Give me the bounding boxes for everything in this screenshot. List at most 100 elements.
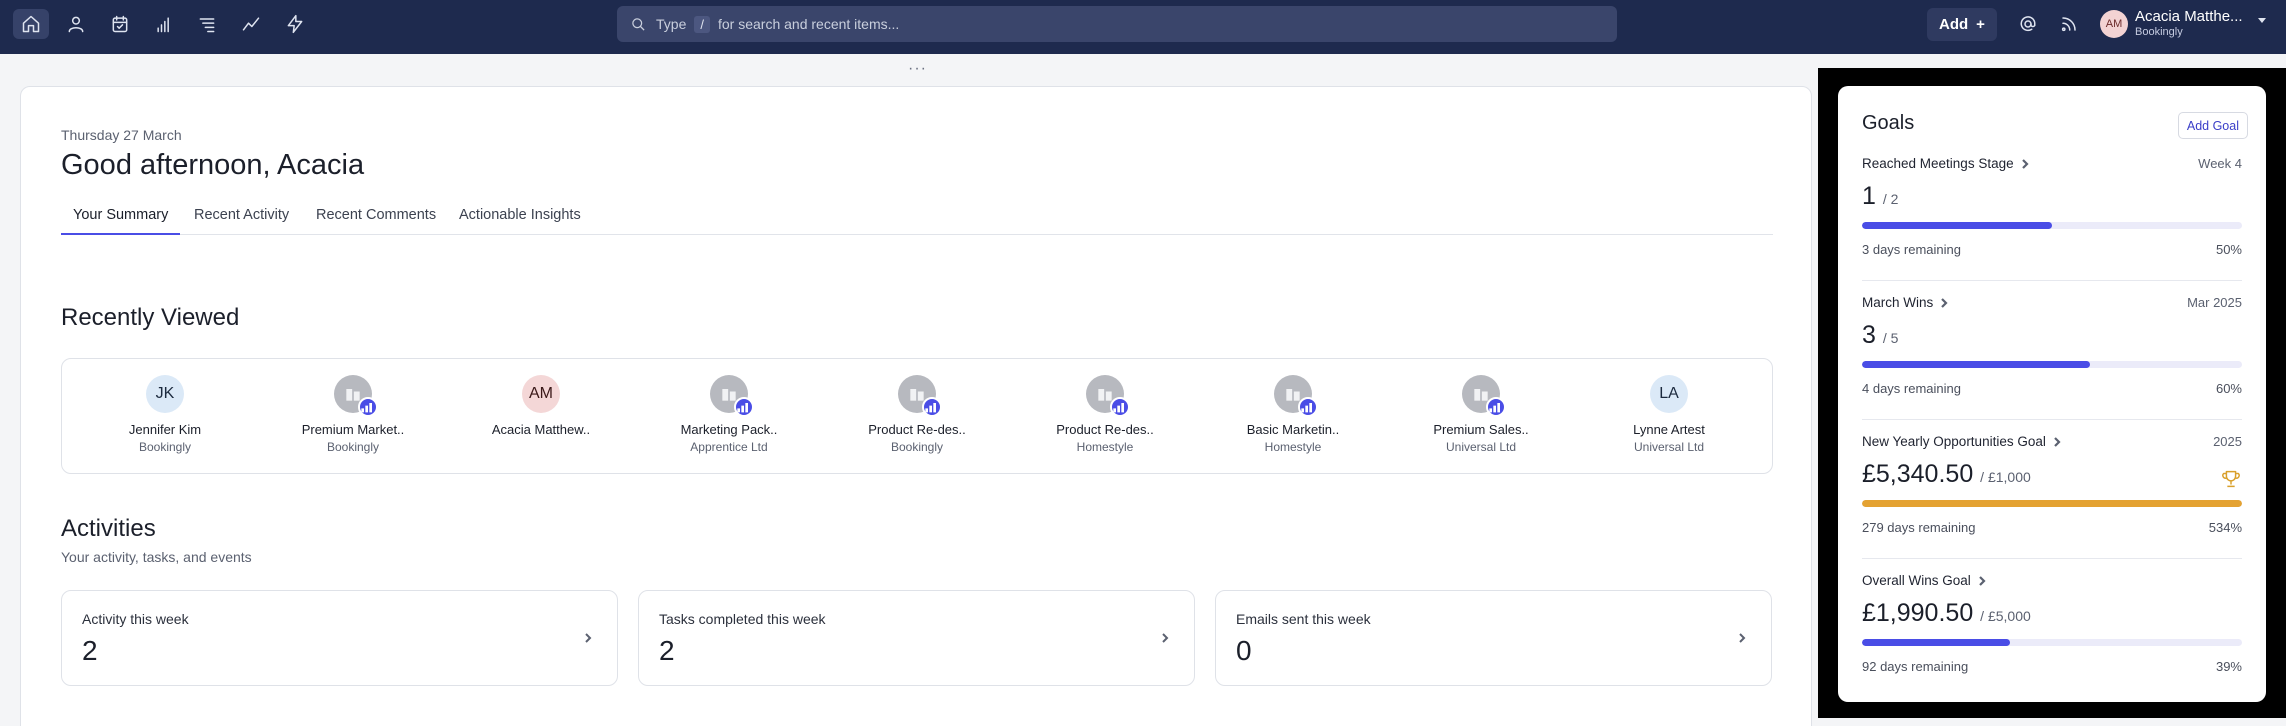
divider xyxy=(1862,280,2242,281)
deal-badge-icon xyxy=(734,397,754,417)
goal-item[interactable]: Overall Wins Goal £1,990.50 / £5,000 92 … xyxy=(1862,573,2242,711)
trend-icon[interactable] xyxy=(233,9,269,39)
goals-panel: Goals Add Goal Reached Meetings Stage We… xyxy=(1838,86,2266,702)
goal-value: £5,340.50 / £1,000 xyxy=(1862,460,2031,489)
user-name[interactable]: Acacia Matthe... xyxy=(2135,8,2243,25)
goal-current: 1 xyxy=(1862,182,1876,210)
goal-period: Mar 2025 xyxy=(2187,295,2242,310)
chevron-right-icon xyxy=(1735,631,1749,645)
stat-card-emails[interactable]: Emails sent this week 0 xyxy=(1215,590,1772,686)
stat-value: 2 xyxy=(82,635,98,666)
goal-period: 2025 xyxy=(2213,434,2242,449)
goal-value: 1 / 2 xyxy=(1862,182,1898,211)
goal-value: £1,990.50 / £5,000 xyxy=(1862,599,2031,628)
list-item[interactable]: Premium Sales.. Universal Ltd xyxy=(1401,375,1561,454)
goal-percent: 60% xyxy=(2215,381,2242,396)
goal-name-label: New Yearly Opportunities Goal xyxy=(1862,434,2046,449)
tab-your-summary[interactable]: Your Summary xyxy=(61,207,181,235)
add-goal-button[interactable]: Add Goal xyxy=(2177,112,2248,139)
search-input[interactable]: Type / for search and recent items... xyxy=(617,6,1617,42)
mention-icon[interactable] xyxy=(2016,12,2040,36)
item-org: Homestyle xyxy=(1076,440,1134,454)
goal-current: 3 xyxy=(1862,321,1876,349)
stat-card-tasks[interactable]: Tasks completed this week 2 xyxy=(638,590,1195,686)
tab-bar: Your Summary Recent Activity Recent Comm… xyxy=(61,207,1773,235)
list-icon[interactable] xyxy=(189,9,225,39)
tab-recent-comments[interactable]: Recent Comments xyxy=(316,207,436,235)
goal-progress-fill xyxy=(1862,639,2011,646)
goal-current: £5,340.50 xyxy=(1862,460,1974,488)
item-name: Product Re-des.. xyxy=(868,422,966,437)
goal-remaining: 279 days remaining xyxy=(1862,520,1976,535)
goals-title: Goals xyxy=(1862,112,1915,134)
item-name: Product Re-des.. xyxy=(1056,422,1154,437)
stat-label: Activity this week xyxy=(82,611,189,627)
goal-progress-bar xyxy=(1862,361,2242,368)
goal-progress-bar xyxy=(1862,222,2242,229)
goal-percent: 39% xyxy=(2215,659,2242,674)
avatar[interactable]: AM xyxy=(2100,10,2128,38)
calendar-icon[interactable] xyxy=(102,9,138,39)
avatar: AM xyxy=(522,375,560,413)
stat-value: 2 xyxy=(659,635,675,666)
chevron-right-icon xyxy=(1158,631,1172,645)
tab-recent-activity[interactable]: Recent Activity xyxy=(194,207,289,235)
deal-badge-icon xyxy=(1486,397,1506,417)
list-item[interactable]: Premium Market.. Bookingly xyxy=(273,375,433,454)
goal-name[interactable]: Reached Meetings Stage xyxy=(1862,156,2030,171)
goal-name[interactable]: March Wins xyxy=(1862,295,1949,310)
avatar: LA xyxy=(1650,375,1688,413)
chevron-right-icon xyxy=(1979,575,1986,586)
drag-handle-icon[interactable]: ··· xyxy=(908,60,927,78)
list-item[interactable]: Marketing Pack.. Apprentice Ltd xyxy=(649,375,809,454)
goal-item[interactable]: March Wins Mar 2025 3 / 5 4 days remaini… xyxy=(1862,295,2242,433)
building-icon xyxy=(1274,375,1318,417)
item-name: Premium Market.. xyxy=(301,422,405,437)
building-icon xyxy=(1462,375,1506,417)
search-icon xyxy=(632,17,645,31)
search-shortcut-key: / xyxy=(694,15,710,33)
tab-actionable-insights[interactable]: Actionable Insights xyxy=(459,207,581,235)
list-item[interactable]: Basic Marketin.. Homestyle xyxy=(1213,375,1373,454)
goal-target: / £1,000 xyxy=(1980,469,2031,485)
goal-name[interactable]: New Yearly Opportunities Goal xyxy=(1862,434,2062,449)
person-icon[interactable] xyxy=(58,9,94,39)
activities-subtitle: Your activity, tasks, and events xyxy=(61,549,252,565)
user-org: Bookingly xyxy=(2135,26,2183,38)
goal-target: / £5,000 xyxy=(1980,608,2031,624)
building-icon xyxy=(1086,375,1130,417)
deal-badge-icon xyxy=(922,397,942,417)
stat-card-activity[interactable]: Activity this week 2 xyxy=(61,590,618,686)
goal-name[interactable]: Overall Wins Goal xyxy=(1862,573,1987,588)
list-item[interactable]: JK Jennifer Kim Bookingly xyxy=(85,375,245,454)
item-name: Jennifer Kim xyxy=(128,422,202,437)
add-button[interactable]: Add + xyxy=(1927,8,1997,41)
goal-progress-bar xyxy=(1862,639,2242,646)
list-item[interactable]: Product Re-des.. Bookingly xyxy=(837,375,997,454)
feed-icon[interactable] xyxy=(2057,12,2081,36)
recently-viewed-title: Recently Viewed xyxy=(61,304,240,331)
current-date: Thursday 27 March xyxy=(61,127,182,143)
search-prefix: Type xyxy=(656,16,687,32)
list-item[interactable]: Product Re-des.. Homestyle xyxy=(1025,375,1185,454)
stat-value: 0 xyxy=(1236,635,1252,666)
list-item[interactable]: LA Lynne Artest Universal Ltd xyxy=(1589,375,1749,454)
item-name: Basic Marketin.. xyxy=(1246,422,1340,437)
home-icon[interactable] xyxy=(13,9,49,39)
stat-label: Emails sent this week xyxy=(1236,611,1371,627)
plus-icon: + xyxy=(1976,16,1985,33)
goal-item[interactable]: Reached Meetings Stage Week 4 1 / 2 3 da… xyxy=(1862,156,2242,294)
bar-chart-icon[interactable] xyxy=(146,9,182,39)
list-item[interactable]: AM Acacia Matthew.. xyxy=(461,375,621,440)
activities-title: Activities xyxy=(61,515,156,542)
goal-item[interactable]: New Yearly Opportunities Goal 2025 £5,34… xyxy=(1862,434,2242,572)
goal-target: / 2 xyxy=(1882,191,1899,207)
lightning-icon[interactable] xyxy=(277,9,313,39)
item-org: Homestyle xyxy=(1264,440,1322,454)
goal-percent: 534% xyxy=(2208,520,2242,535)
goal-remaining: 3 days remaining xyxy=(1862,242,1961,257)
goal-progress-fill xyxy=(1862,500,2242,507)
goal-progress-bar xyxy=(1862,500,2242,507)
chevron-down-icon[interactable] xyxy=(2258,18,2266,23)
summary-panel: Thursday 27 March Good afternoon, Acacia… xyxy=(20,86,1812,726)
